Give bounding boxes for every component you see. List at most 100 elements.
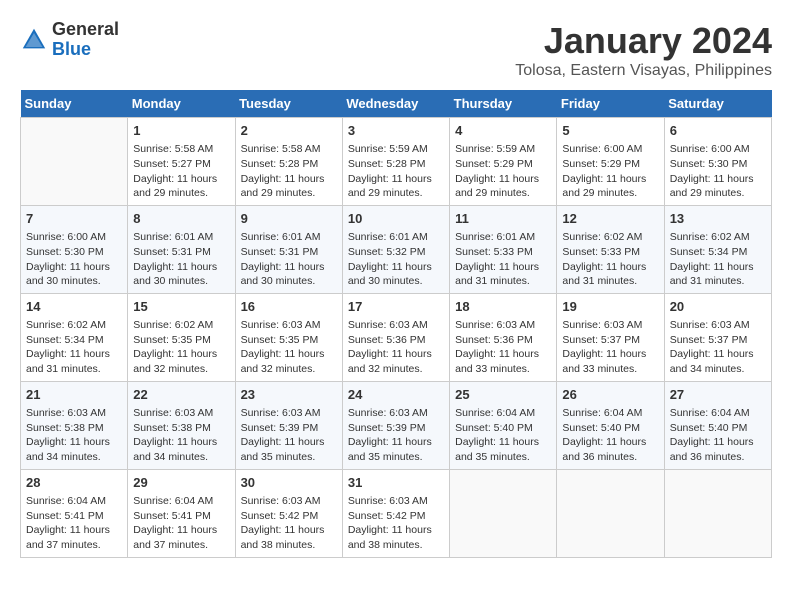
weekday-sunday: Sunday: [21, 90, 128, 118]
calendar-cell: 10 Sunrise: 6:01 AM Sunset: 5:32 PM Dayli…: [342, 205, 449, 293]
day-info: Sunrise: 6:01 AM Sunset: 5:31 PM Dayligh…: [133, 230, 229, 289]
calendar-cell: 8 Sunrise: 6:01 AM Sunset: 5:31 PM Daylig…: [128, 205, 235, 293]
calendar-cell: 24Sunrise: 6:03 AM Sunset: 5:39 PM Dayli…: [342, 381, 449, 469]
calendar-cell: 14 Sunrise: 6:02 AM Sunset: 5:34 PM Dayli…: [21, 293, 128, 381]
calendar-cell: [664, 469, 771, 557]
calendar-cell: 30 Sunrise: 6:03 AM Sunset: 5:42 PM Dayli…: [235, 469, 342, 557]
calendar-cell: 7 Sunrise: 6:00 AM Sunset: 5:30 PM Daylig…: [21, 205, 128, 293]
calendar-cell: [557, 469, 664, 557]
logo-icon: [20, 26, 48, 54]
day-info: Sunrise: 6:03 AM Sunset: 5:39 PM Dayligh…: [348, 406, 444, 465]
day-info: Sunrise: 6:04 AM Sunset: 5:40 PM Dayligh…: [455, 406, 551, 465]
day-info: Sunrise: 6:03 AM Sunset: 5:39 PM Dayligh…: [241, 406, 337, 465]
calendar-cell: 22Sunrise: 6:03 AM Sunset: 5:38 PM Dayli…: [128, 381, 235, 469]
calendar-cell: 29 Sunrise: 6:04 AM Sunset: 5:41 PM Dayli…: [128, 469, 235, 557]
day-info: Sunrise: 6:02 AM Sunset: 5:33 PM Dayligh…: [562, 230, 658, 289]
day-info: Sunrise: 6:02 AM Sunset: 5:34 PM Dayligh…: [26, 318, 122, 377]
day-number: 25: [455, 386, 551, 404]
day-number: 15: [133, 298, 229, 316]
day-info: Sunrise: 6:00 AM Sunset: 5:30 PM Dayligh…: [26, 230, 122, 289]
calendar-cell: 16 Sunrise: 6:03 AM Sunset: 5:35 PM Dayli…: [235, 293, 342, 381]
calendar-cell: 21 Sunrise: 6:03 AM Sunset: 5:38 PM Dayli…: [21, 381, 128, 469]
calendar-cell: 9 Sunrise: 6:01 AM Sunset: 5:31 PM Daylig…: [235, 205, 342, 293]
day-number: 8: [133, 210, 229, 228]
calendar-cell: 6 Sunrise: 6:00 AM Sunset: 5:30 PM Daylig…: [664, 118, 771, 206]
day-info: Sunrise: 6:03 AM Sunset: 5:36 PM Dayligh…: [348, 318, 444, 377]
day-info: Sunrise: 6:03 AM Sunset: 5:38 PM Dayligh…: [26, 406, 122, 465]
day-number: 2: [241, 122, 337, 140]
calendar-cell: 28 Sunrise: 6:04 AM Sunset: 5:41 PM Dayli…: [21, 469, 128, 557]
day-info: Sunrise: 6:03 AM Sunset: 5:42 PM Dayligh…: [241, 494, 337, 553]
day-number: 16: [241, 298, 337, 316]
location-title: Tolosa, Eastern Visayas, Philippines: [515, 62, 772, 80]
week-row-2: 7 Sunrise: 6:00 AM Sunset: 5:30 PM Daylig…: [21, 205, 772, 293]
day-number: 4: [455, 122, 551, 140]
month-title: January 2024: [515, 20, 772, 62]
day-info: Sunrise: 6:03 AM Sunset: 5:42 PM Dayligh…: [348, 494, 444, 553]
calendar-cell: 31 Sunrise: 6:03 AM Sunset: 5:42 PM Dayli…: [342, 469, 449, 557]
day-number: 12: [562, 210, 658, 228]
day-number: 30: [241, 474, 337, 492]
calendar-cell: 20 Sunrise: 6:03 AM Sunset: 5:37 PM Dayli…: [664, 293, 771, 381]
day-number: 17: [348, 298, 444, 316]
calendar-cell: 18 Sunrise: 6:03 AM Sunset: 5:36 PM Dayli…: [450, 293, 557, 381]
day-number: 13: [670, 210, 766, 228]
weekday-saturday: Saturday: [664, 90, 771, 118]
day-info: Sunrise: 6:03 AM Sunset: 5:37 PM Dayligh…: [670, 318, 766, 377]
day-info: Sunrise: 6:03 AM Sunset: 5:36 PM Dayligh…: [455, 318, 551, 377]
day-number: 28: [26, 474, 122, 492]
day-number: 10: [348, 210, 444, 228]
day-number: 5: [562, 122, 658, 140]
day-info: Sunrise: 6:02 AM Sunset: 5:34 PM Dayligh…: [670, 230, 766, 289]
calendar-cell: 17 Sunrise: 6:03 AM Sunset: 5:36 PM Dayli…: [342, 293, 449, 381]
weekday-monday: Monday: [128, 90, 235, 118]
calendar-cell: 1Sunrise: 5:58 AM Sunset: 5:27 PM Daylig…: [128, 118, 235, 206]
day-number: 6: [670, 122, 766, 140]
day-info: Sunrise: 6:00 AM Sunset: 5:29 PM Dayligh…: [562, 142, 658, 201]
calendar-cell: [450, 469, 557, 557]
title-block: January 2024 Tolosa, Eastern Visayas, Ph…: [515, 20, 772, 80]
day-info: Sunrise: 6:00 AM Sunset: 5:30 PM Dayligh…: [670, 142, 766, 201]
calendar-cell: 25 Sunrise: 6:04 AM Sunset: 5:40 PM Dayli…: [450, 381, 557, 469]
day-number: 3: [348, 122, 444, 140]
day-number: 9: [241, 210, 337, 228]
logo-blue-text: Blue: [52, 39, 91, 59]
day-info: Sunrise: 6:01 AM Sunset: 5:33 PM Dayligh…: [455, 230, 551, 289]
week-row-1: 1Sunrise: 5:58 AM Sunset: 5:27 PM Daylig…: [21, 118, 772, 206]
calendar-cell: 11 Sunrise: 6:01 AM Sunset: 5:33 PM Dayli…: [450, 205, 557, 293]
day-number: 29: [133, 474, 229, 492]
calendar-cell: 12 Sunrise: 6:02 AM Sunset: 5:33 PM Dayli…: [557, 205, 664, 293]
day-info: Sunrise: 6:03 AM Sunset: 5:37 PM Dayligh…: [562, 318, 658, 377]
day-number: 11: [455, 210, 551, 228]
weekday-tuesday: Tuesday: [235, 90, 342, 118]
calendar-cell: 3Sunrise: 5:59 AM Sunset: 5:28 PM Daylig…: [342, 118, 449, 206]
weekday-wednesday: Wednesday: [342, 90, 449, 118]
day-info: Sunrise: 6:04 AM Sunset: 5:41 PM Dayligh…: [133, 494, 229, 553]
calendar-cell: 15Sunrise: 6:02 AM Sunset: 5:35 PM Dayli…: [128, 293, 235, 381]
day-number: 14: [26, 298, 122, 316]
day-number: 18: [455, 298, 551, 316]
page-header: General Blue January 2024 Tolosa, Easter…: [20, 20, 772, 80]
day-number: 20: [670, 298, 766, 316]
day-number: 7: [26, 210, 122, 228]
calendar-cell: 19 Sunrise: 6:03 AM Sunset: 5:37 PM Dayli…: [557, 293, 664, 381]
logo: General Blue: [20, 20, 119, 60]
day-number: 21: [26, 386, 122, 404]
calendar-cell: 5 Sunrise: 6:00 AM Sunset: 5:29 PM Daylig…: [557, 118, 664, 206]
day-info: Sunrise: 6:04 AM Sunset: 5:41 PM Dayligh…: [26, 494, 122, 553]
day-info: Sunrise: 6:01 AM Sunset: 5:31 PM Dayligh…: [241, 230, 337, 289]
day-number: 1: [133, 122, 229, 140]
calendar-cell: 23Sunrise: 6:03 AM Sunset: 5:39 PM Dayli…: [235, 381, 342, 469]
calendar-cell: 4Sunrise: 5:59 AM Sunset: 5:29 PM Daylig…: [450, 118, 557, 206]
calendar-cell: 2Sunrise: 5:58 AM Sunset: 5:28 PM Daylig…: [235, 118, 342, 206]
day-number: 31: [348, 474, 444, 492]
day-info: Sunrise: 6:01 AM Sunset: 5:32 PM Dayligh…: [348, 230, 444, 289]
week-row-5: 28 Sunrise: 6:04 AM Sunset: 5:41 PM Dayli…: [21, 469, 772, 557]
day-info: Sunrise: 6:03 AM Sunset: 5:35 PM Dayligh…: [241, 318, 337, 377]
calendar-cell: 13 Sunrise: 6:02 AM Sunset: 5:34 PM Dayli…: [664, 205, 771, 293]
day-number: 22: [133, 386, 229, 404]
weekday-header-row: SundayMondayTuesdayWednesdayThursdayFrid…: [21, 90, 772, 118]
calendar-cell: [21, 118, 128, 206]
day-number: 19: [562, 298, 658, 316]
logo-general-text: General: [52, 19, 119, 39]
